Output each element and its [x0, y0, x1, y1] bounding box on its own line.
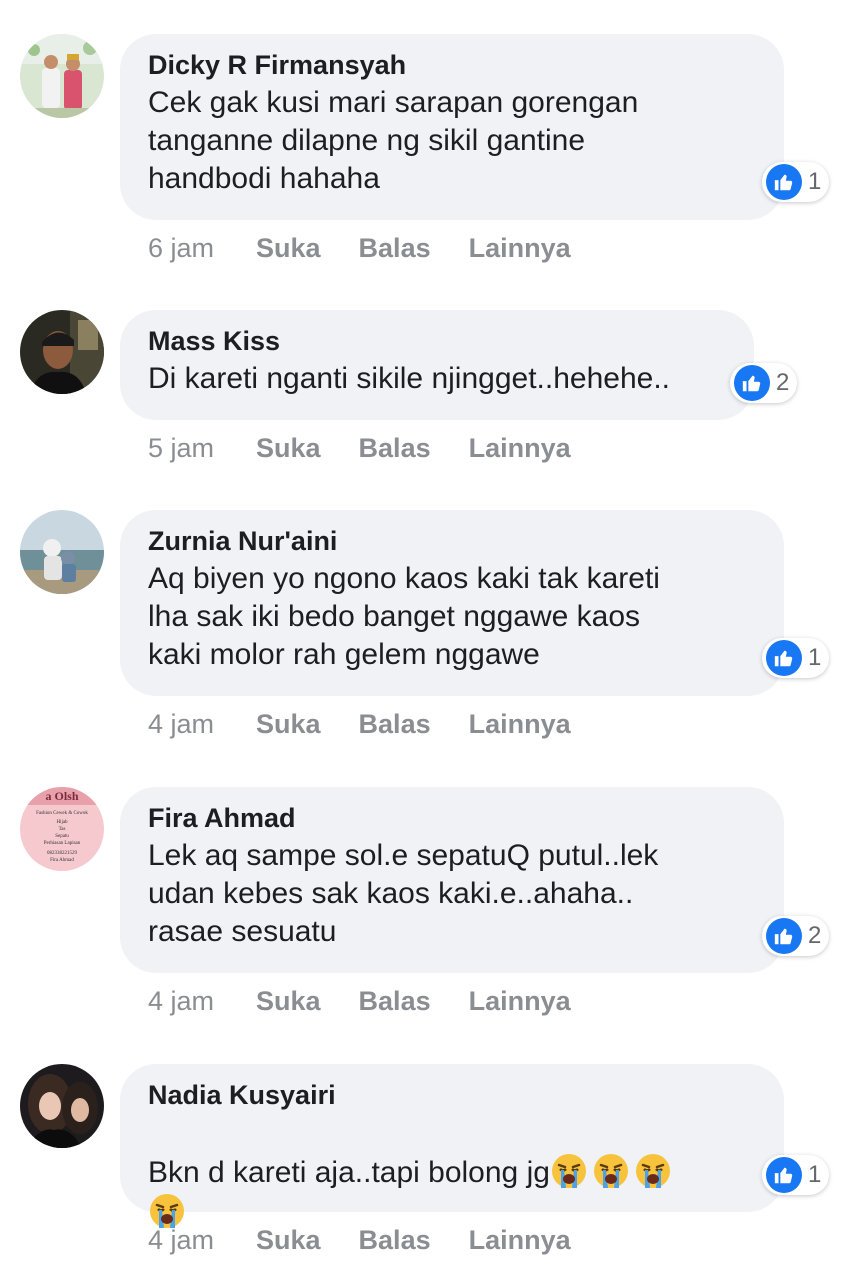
avatar-logo-text: Sepatu: [55, 834, 69, 839]
timestamp[interactable]: 4 jam: [148, 1225, 256, 1256]
comment-actions: 5 jam Suka Balas Lainnya: [148, 428, 609, 468]
reaction-count: 1: [808, 1161, 822, 1188]
comment-bubble: Fira Ahmad Lek aq sampe sol.e sepatuQ pu…: [120, 787, 784, 973]
like-button[interactable]: Suka: [256, 1225, 321, 1256]
avatar-logo-text: Perhiasan Lapisan: [44, 841, 81, 846]
comment-text: Bkn d kareti aja..tapi bolong jg: [148, 1114, 754, 1232]
thumbs-up-icon: [766, 918, 802, 954]
more-button[interactable]: Lainnya: [469, 709, 571, 740]
avatar[interactable]: a Olsh Fashion Cewek & Cowok Hijab Tas S…: [20, 787, 104, 871]
reaction-count: 2: [776, 369, 790, 396]
comment-text: Di kareti nganti sikile njingget..hehehe…: [148, 362, 670, 395]
more-button[interactable]: Lainnya: [469, 1225, 571, 1256]
like-button[interactable]: Suka: [256, 709, 321, 740]
comment-text: Cek gak kusi mari sarapan gorengan tanga…: [148, 86, 639, 195]
like-button[interactable]: Suka: [256, 986, 321, 1017]
reply-button[interactable]: Balas: [359, 233, 431, 264]
avatar-logo-text: Tas: [59, 827, 66, 832]
reaction-count: 1: [808, 168, 822, 195]
comment-author[interactable]: Mass Kiss: [148, 324, 724, 358]
reaction-count: 1: [808, 644, 822, 671]
reaction-count-badge[interactable]: 2: [762, 916, 830, 956]
comment-author[interactable]: Zurnia Nur'aini: [148, 524, 754, 558]
loudly-crying-face-icon: [634, 1152, 672, 1190]
comment-bubble: Mass Kiss Di kareti nganti sikile njingg…: [120, 310, 754, 420]
timestamp[interactable]: 4 jam: [148, 986, 256, 1017]
loudly-crying-face-icon: [550, 1152, 588, 1190]
timestamp[interactable]: 4 jam: [148, 709, 256, 740]
thumbs-up-icon: [766, 1157, 802, 1193]
reaction-count: 2: [808, 922, 822, 949]
avatar-logo-text: a Olsh: [45, 789, 78, 803]
thumbs-up-icon: [766, 164, 802, 200]
more-button[interactable]: Lainnya: [469, 233, 571, 264]
reply-button[interactable]: Balas: [359, 709, 431, 740]
like-button[interactable]: Suka: [256, 433, 321, 464]
avatar-logo-text: Fira Ahmad: [50, 858, 74, 863]
comment-author[interactable]: Fira Ahmad: [148, 801, 754, 835]
avatar-logo-text: Fashion Cewek & Cowok: [36, 811, 88, 816]
avatar[interactable]: [20, 310, 104, 394]
like-button[interactable]: Suka: [256, 233, 321, 264]
reply-button[interactable]: Balas: [359, 433, 431, 464]
reaction-count-badge[interactable]: 1: [762, 638, 830, 678]
comment-actions: 4 jam Suka Balas Lainnya: [148, 704, 609, 744]
avatar[interactable]: [20, 34, 104, 118]
avatar-logo-text: 082338221529: [47, 851, 78, 856]
avatar-logo-text: Hijab: [56, 820, 68, 825]
comment-bubble: Nadia Kusyairi Bkn d kareti aja..tapi bo…: [120, 1064, 784, 1228]
comment-author[interactable]: Nadia Kusyairi: [148, 1078, 754, 1112]
avatar[interactable]: [20, 1064, 104, 1148]
comment-actions: 4 jam Suka Balas Lainnya: [148, 1220, 609, 1260]
reply-button[interactable]: Balas: [359, 1225, 431, 1256]
comment-text-content: Bkn d kareti aja..tapi bolong jg: [148, 1156, 550, 1189]
comment-bubble: Dicky R Firmansyah Cek gak kusi mari sar…: [120, 34, 784, 220]
reaction-count-badge[interactable]: 2: [730, 363, 798, 403]
avatar[interactable]: [20, 510, 104, 594]
loudly-crying-face-icon: [592, 1152, 630, 1190]
reaction-count-badge[interactable]: 1: [762, 1155, 830, 1195]
more-button[interactable]: Lainnya: [469, 986, 571, 1017]
timestamp[interactable]: 5 jam: [148, 433, 256, 464]
thumbs-up-icon: [766, 640, 802, 676]
reaction-count-badge[interactable]: 1: [762, 162, 830, 202]
comment-actions: 4 jam Suka Balas Lainnya: [148, 981, 609, 1021]
timestamp[interactable]: 6 jam: [148, 233, 256, 264]
comment-bubble: Zurnia Nur'aini Aq biyen yo ngono kaos k…: [120, 510, 784, 696]
comment-actions: 6 jam Suka Balas Lainnya: [148, 228, 609, 268]
more-button[interactable]: Lainnya: [469, 433, 571, 464]
reply-button[interactable]: Balas: [359, 986, 431, 1017]
comment-text: Lek aq sampe sol.e sepatuQ putul..lek ud…: [148, 839, 659, 948]
thumbs-up-icon: [734, 365, 770, 401]
comment-text: Aq biyen yo ngono kaos kaki tak kareti l…: [148, 562, 660, 671]
comment-author[interactable]: Dicky R Firmansyah: [148, 48, 754, 82]
